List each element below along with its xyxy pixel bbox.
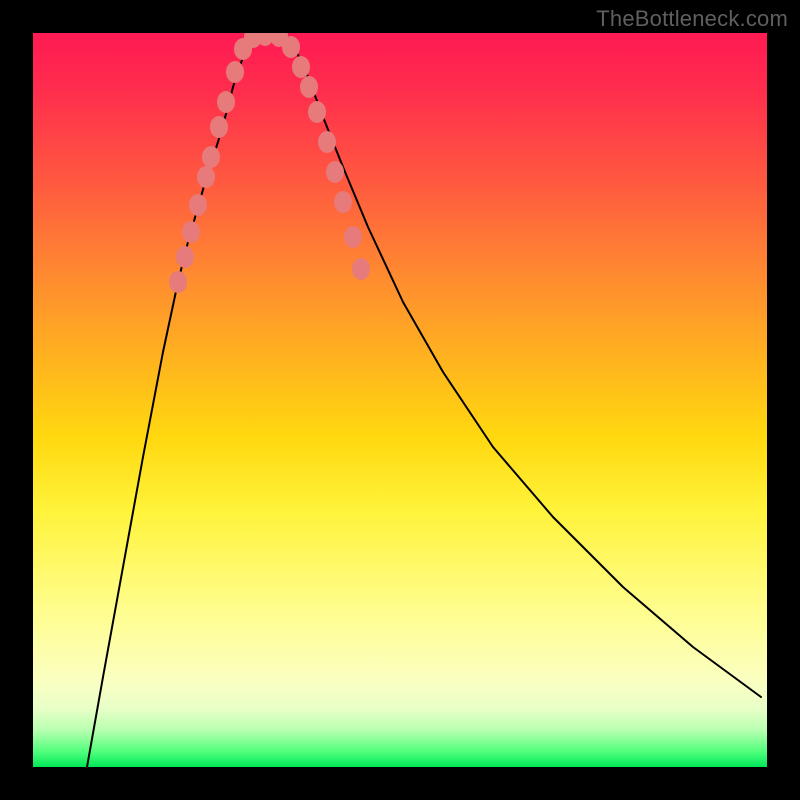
curve-marker	[318, 131, 336, 153]
curve-marker	[344, 226, 362, 248]
watermark-text: TheBottleneck.com	[596, 6, 788, 32]
curve-marker	[176, 246, 194, 268]
curve-markers	[169, 33, 370, 293]
curve-marker	[334, 191, 352, 213]
curve-marker	[352, 258, 370, 280]
curve-marker	[189, 194, 207, 216]
curve-marker	[169, 271, 187, 293]
curve-marker	[292, 56, 310, 78]
chart-svg	[33, 33, 767, 767]
curve-marker	[282, 36, 300, 58]
curve-marker	[300, 76, 318, 98]
curve-marker	[226, 61, 244, 83]
curve-marker	[308, 101, 326, 123]
curve-marker	[326, 161, 344, 183]
curve-marker	[202, 146, 220, 168]
curve-marker	[197, 166, 215, 188]
plot-area	[33, 33, 767, 767]
curve-marker	[210, 116, 228, 138]
curve-marker	[217, 91, 235, 113]
curve-marker	[182, 221, 200, 243]
chart-frame: TheBottleneck.com	[0, 0, 800, 800]
bottleneck-curve	[87, 35, 761, 767]
